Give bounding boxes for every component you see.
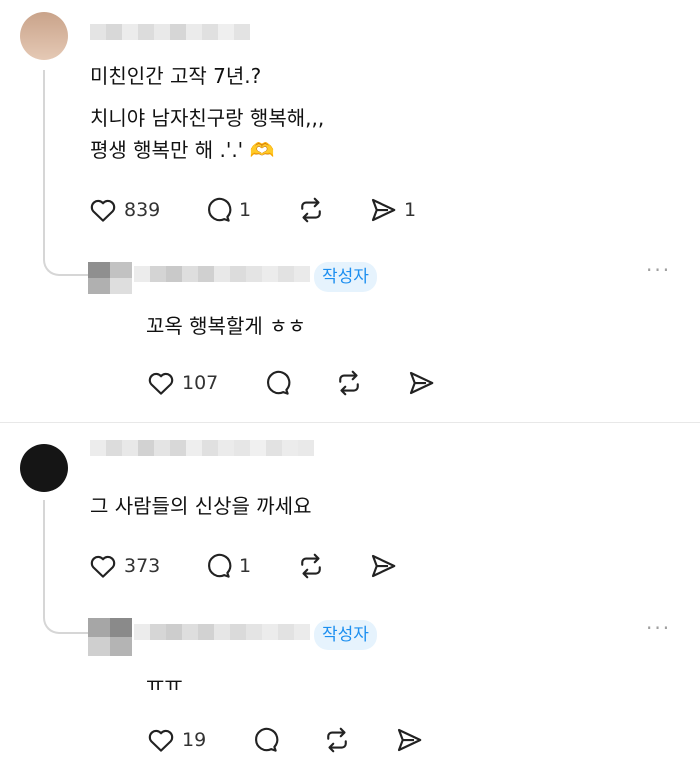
reply-avatar-blurred[interactable] <box>88 262 132 294</box>
repost-icon <box>327 727 347 753</box>
reply-count: 1 <box>239 199 252 221</box>
like-count: 839 <box>124 199 161 221</box>
comment-icon <box>208 197 232 222</box>
like-button[interactable]: 373 <box>88 550 160 582</box>
heart-icon <box>90 555 116 578</box>
share-button[interactable] <box>406 367 436 399</box>
hand-heart-emoji: 🫶 <box>249 138 275 162</box>
comment-text-line: 치니야 남자친구랑 행복해,,, <box>90 106 325 130</box>
share-icon <box>371 198 396 222</box>
share-button[interactable]: 1 <box>368 194 416 226</box>
heart-icon <box>148 729 174 752</box>
avatar[interactable] <box>20 12 68 60</box>
reply-text: 꼬옥 행복할게 ㅎㅎ <box>146 314 306 338</box>
repost-button[interactable] <box>296 194 326 226</box>
repost-button[interactable] <box>322 724 352 756</box>
more-icon[interactable]: ··· <box>646 616 671 640</box>
reply-count: 1 <box>239 555 252 577</box>
heart-icon <box>90 199 116 222</box>
share-icon <box>371 554 396 578</box>
reply-avatar-blurred[interactable] <box>88 618 132 656</box>
share-count: 1 <box>404 199 417 221</box>
divider <box>0 422 700 423</box>
comment-text-line: 미친인간 고작 7년.? <box>90 64 262 88</box>
like-button[interactable]: 19 <box>146 724 206 756</box>
author-badge: 작성자 <box>314 262 377 292</box>
thread-connector <box>43 602 89 634</box>
heart-icon <box>148 372 174 395</box>
repost-button[interactable] <box>296 550 326 582</box>
share-button[interactable] <box>368 550 398 582</box>
like-button[interactable]: 839 <box>88 194 160 226</box>
like-count: 373 <box>124 555 161 577</box>
like-count: 19 <box>182 729 207 751</box>
repost-icon <box>339 370 359 396</box>
thread-connector <box>43 244 89 276</box>
blurred-username[interactable] <box>134 624 310 640</box>
like-count: 107 <box>182 372 219 394</box>
comment-icon <box>255 727 279 752</box>
share-icon <box>397 728 422 752</box>
reply-button[interactable] <box>262 367 292 399</box>
share-button[interactable] <box>394 724 424 756</box>
reply-button[interactable] <box>250 724 280 756</box>
comment-text-line: 평생 행복만 해 .'.' 🫶 <box>90 138 275 162</box>
reply-button[interactable]: 1 <box>203 194 251 226</box>
avatar[interactable] <box>20 444 68 492</box>
comment-text-line: 그 사람들의 신상을 까세요 <box>90 494 312 518</box>
comment-icon <box>267 370 291 395</box>
reply-button[interactable]: 1 <box>203 550 251 582</box>
repost-button[interactable] <box>334 367 364 399</box>
thread-line <box>43 500 45 610</box>
like-button[interactable]: 107 <box>146 367 218 399</box>
thread-line <box>43 70 45 250</box>
blurred-username[interactable] <box>90 24 250 40</box>
comment-icon <box>208 553 232 578</box>
author-badge: 작성자 <box>314 620 377 650</box>
blurred-username[interactable] <box>134 266 310 282</box>
repost-icon <box>301 553 321 579</box>
blurred-username[interactable] <box>90 440 314 468</box>
reply-text: ㅠㅠ <box>146 672 183 696</box>
share-icon <box>409 371 434 395</box>
more-icon[interactable]: ··· <box>646 258 671 282</box>
repost-icon <box>301 197 321 223</box>
